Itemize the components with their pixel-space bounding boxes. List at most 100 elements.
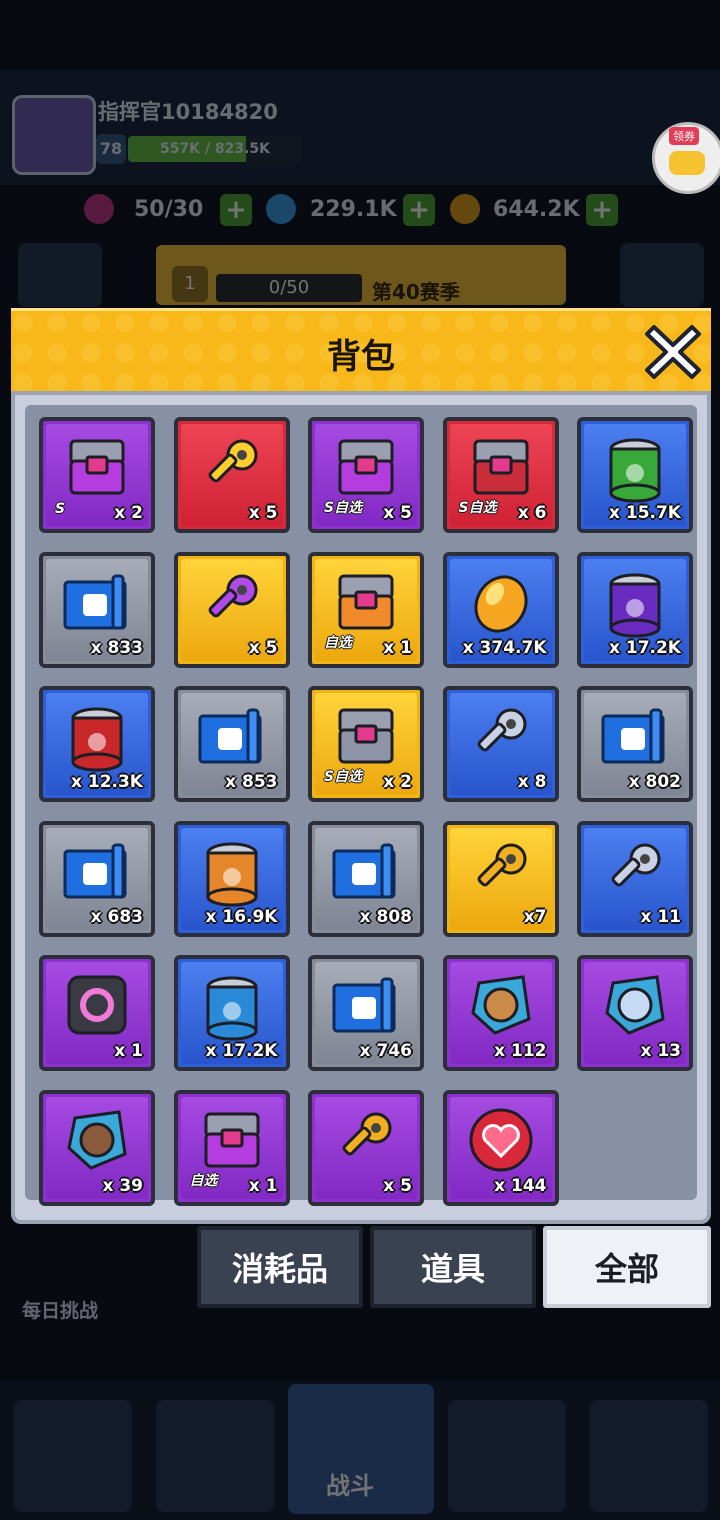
helmet-blueprint-icon <box>63 843 127 898</box>
backpack-item[interactable]: x 833 <box>39 551 155 668</box>
backpack-item[interactable]: x 8 <box>442 686 559 802</box>
backpack-item[interactable]: x 746 <box>308 955 424 1071</box>
item-quantity: x 374.7K <box>462 637 547 658</box>
diamond-value: 229.1K <box>310 197 397 222</box>
backpack-item[interactable]: x 808 <box>308 820 424 937</box>
nav-heroes[interactable] <box>156 1400 274 1512</box>
backpack-item[interactable]: x7 <box>442 820 559 937</box>
backpack-item[interactable]: x 15.7K <box>577 417 693 533</box>
backpack-item[interactable]: x 16.9K <box>173 820 290 937</box>
tab-props[interactable]: 道具 <box>370 1226 536 1308</box>
backpack-item[interactable]: x 5 <box>173 417 290 533</box>
tab-consumables[interactable]: 消耗品 <box>197 1226 363 1308</box>
tab-all[interactable]: 全部 <box>543 1226 711 1308</box>
backpack-item[interactable]: x 144 <box>442 1089 559 1206</box>
mail-button[interactable] <box>620 243 704 307</box>
armor-blueprint-icon <box>63 574 127 629</box>
item-quantity: x 683 <box>90 906 143 927</box>
close-icon[interactable] <box>644 323 702 381</box>
season-label: 第40赛季 <box>372 280 460 304</box>
item-quantity: x 13 <box>640 1041 681 1061</box>
item-quantity: x 2 <box>383 772 412 792</box>
add-coin-button[interactable]: + <box>586 194 618 226</box>
gold-s-select-chest-icon <box>338 708 394 764</box>
hero-shard-plant-icon <box>470 975 531 1035</box>
nav-map[interactable] <box>448 1400 566 1512</box>
s-select-chest-icon <box>338 439 394 495</box>
backpack-title: 背包 <box>327 337 395 377</box>
red-fire-can-icon <box>71 707 123 772</box>
energy-icon <box>84 194 114 224</box>
xp-text: 557K / 823.5K <box>159 141 271 157</box>
item-quantity: x 1 <box>114 1041 143 1061</box>
item-quantity: x 39 <box>102 1175 143 1196</box>
backpack-item[interactable]: x 39 <box>39 1089 155 1206</box>
season-progress: 0/50 <box>216 274 362 302</box>
purple-moon-can-icon <box>609 573 661 637</box>
backpack-item[interactable]: x 683 <box>39 820 155 937</box>
item-quantity: x 802 <box>628 772 681 792</box>
item-quantity: x 5 <box>248 503 278 523</box>
ring-blueprint-icon <box>601 708 665 764</box>
item-quantity: x 5 <box>383 1175 412 1196</box>
backpack-item[interactable]: x 5 <box>308 1089 424 1206</box>
s-chest-icon <box>69 439 125 495</box>
purple-key-icon <box>208 574 257 617</box>
player-name: 指挥官10184820 <box>98 100 278 124</box>
level-badge: 78 <box>96 134 126 164</box>
backpack-item[interactable]: S自选 x 2 <box>308 686 424 802</box>
boot-blueprint-icon <box>198 708 261 764</box>
add-energy-button[interactable]: + <box>220 194 252 226</box>
item-quantity: x 15.7K <box>608 503 681 523</box>
nav-upgrade[interactable] <box>590 1400 708 1512</box>
hero-shard-raccoon-icon <box>67 1109 127 1170</box>
backpack-item[interactable]: x 12.3K <box>39 686 155 802</box>
item-quantity: x 2 <box>114 503 143 523</box>
backpack-item[interactable]: 自选 x 1 <box>173 1089 290 1206</box>
backpack-item[interactable]: x 11 <box>577 820 693 937</box>
item-quantity: x 833 <box>90 637 143 658</box>
nav-shop[interactable] <box>14 1400 132 1512</box>
avatar[interactable] <box>12 95 96 175</box>
backpack-item[interactable]: x 374.7K <box>442 551 559 668</box>
backpack-item[interactable]: 自选 x 1 <box>308 551 424 668</box>
gun-blueprint-icon <box>332 977 396 1033</box>
item-tag: S自选 <box>324 769 363 785</box>
item-quantity: x 17.2K <box>608 637 681 658</box>
s-select-chest-red-icon <box>473 439 528 495</box>
backpack-item[interactable]: S自选 x 5 <box>308 417 424 533</box>
green-leaf-can-icon <box>609 438 661 503</box>
backpack-item[interactable]: x 853 <box>173 686 290 802</box>
coupon-button[interactable]: 领券 <box>652 122 720 194</box>
backpack-item[interactable]: x 5 <box>173 551 290 668</box>
item-quantity: x 8 <box>517 772 547 792</box>
backpack-header: 背包 <box>11 308 711 394</box>
nav-battle-label: 战斗 <box>326 1472 374 1500</box>
season-level: 1 <box>172 266 208 302</box>
backpack-item[interactable]: Sx 2 <box>39 417 155 533</box>
item-tag: S自选 <box>458 500 497 516</box>
item-quantity: x 1 <box>248 1175 278 1196</box>
backpack-item[interactable]: S自选 x 6 <box>442 417 559 533</box>
item-quantity: x 6 <box>517 503 547 523</box>
backpack-item[interactable]: x 17.2K <box>577 551 693 668</box>
menu-button[interactable] <box>18 243 102 307</box>
item-quantity: x 1 <box>383 637 412 658</box>
silver-ring-key-icon <box>477 708 526 752</box>
backpack-panel: 背包 Sx 2x 5 S自选 x 5 S自选 x 6x 15.7K x 833 x 5 自选 x… <box>11 308 711 1224</box>
backpack-body: Sx 2x 5 S自选 x 5 S自选 x 6x 15.7K x 833 x 5 自选 x 1x… <box>11 391 711 1224</box>
coin-icon <box>450 194 480 224</box>
add-diamond-button[interactable]: + <box>403 194 435 226</box>
backpack-item[interactable]: x 17.2K <box>173 955 290 1071</box>
backpack-item[interactable]: x 1 <box>39 955 155 1071</box>
gold-bean-icon <box>473 574 528 633</box>
item-grid: Sx 2x 5 S自选 x 5 S自选 x 6x 15.7K x 833 x 5 自选 x 1x… <box>25 405 697 1206</box>
coin-value: 644.2K <box>493 197 580 222</box>
backpack-item[interactable]: x 112 <box>442 955 559 1071</box>
heart-icon <box>469 1108 532 1171</box>
backpack-item[interactable]: x 802 <box>577 686 693 802</box>
xp-bar: 557K / 823.5K <box>128 136 302 162</box>
backpack-item[interactable]: x 13 <box>577 955 693 1071</box>
item-quantity: x 12.3K <box>70 772 143 792</box>
scepter-key-icon <box>208 439 257 483</box>
